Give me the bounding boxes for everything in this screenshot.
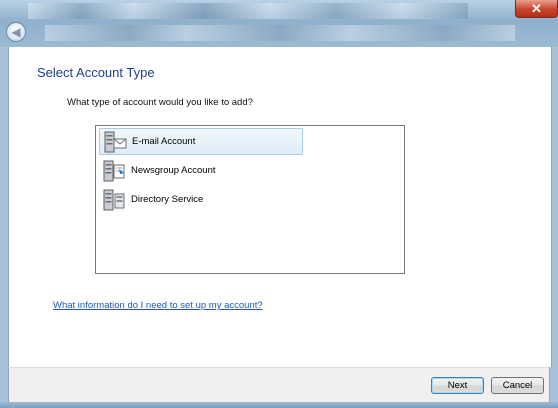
close-button[interactable]: ✕ xyxy=(515,0,558,18)
page-title: Select Account Type xyxy=(37,65,155,80)
account-type-label: Directory Service xyxy=(131,194,204,205)
cancel-button[interactable]: Cancel xyxy=(491,377,544,394)
newsgroup-account-icon xyxy=(103,160,125,181)
email-account-icon xyxy=(104,131,127,152)
list-item-directory-service[interactable]: Directory Service xyxy=(99,186,203,213)
help-link[interactable]: What information do I need to set up my … xyxy=(53,300,263,311)
blurred-background-tabs xyxy=(28,3,468,19)
window-titlebar: ◀ ✕ xyxy=(0,0,558,47)
account-type-label: Newsgroup Account xyxy=(131,165,216,176)
account-type-list[interactable]: E-mail Account Newsgroup Account Directo… xyxy=(95,125,405,274)
back-arrow-icon[interactable]: ◀ xyxy=(6,22,26,42)
account-type-label: E-mail Account xyxy=(132,136,196,147)
account-type-question: What type of account would you like to a… xyxy=(67,97,253,108)
list-item-email-account[interactable]: E-mail Account xyxy=(99,128,303,155)
list-item-newsgroup-account[interactable]: Newsgroup Account xyxy=(99,157,216,184)
wizard-footer: Next Cancel xyxy=(8,367,550,402)
directory-service-icon xyxy=(103,189,125,210)
blurred-background-toolbar xyxy=(45,25,515,41)
next-button[interactable]: Next xyxy=(431,377,484,394)
window-frame-bottom xyxy=(0,402,558,408)
wizard-page: Select Account Type What type of account… xyxy=(8,47,552,367)
window-frame-left xyxy=(0,47,8,402)
